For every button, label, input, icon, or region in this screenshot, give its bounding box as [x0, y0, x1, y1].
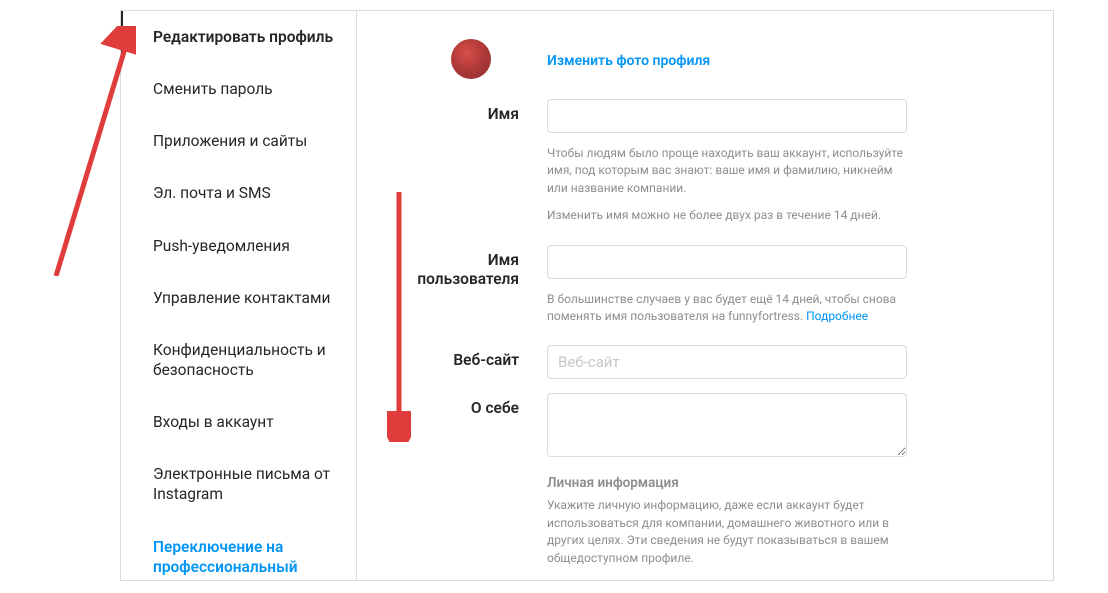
sidebar-item-push-notifications[interactable]: Push-уведомления: [121, 220, 356, 272]
sidebar-item-emails-from-instagram[interactable]: Электронные письма от Instagram: [121, 448, 356, 520]
name-hint-2: Изменить имя можно не более двух раз в т…: [547, 207, 907, 224]
personal-info-heading: Личная информация: [547, 475, 907, 491]
bio-label: О себе: [417, 393, 547, 461]
sidebar-item-privacy-security[interactable]: Конфиденциальность и безопасность: [121, 324, 356, 396]
sidebar-item-switch-professional[interactable]: Переключение на профессиональный: [121, 521, 356, 593]
sidebar-item-manage-contacts[interactable]: Управление контактами: [121, 272, 356, 324]
sidebar-item-login-activity[interactable]: Входы в аккаунт: [121, 396, 356, 448]
avatar[interactable]: [451, 39, 491, 79]
username-learn-more-link[interactable]: Подробнее: [806, 309, 868, 323]
edit-profile-form: Изменить фото профиля Имя Чтобы людям бы…: [357, 11, 1053, 580]
name-hint-1: Чтобы людям было проще находить ваш акка…: [547, 145, 907, 197]
sidebar-item-apps-websites[interactable]: Приложения и сайты: [121, 115, 356, 167]
name-label: Имя: [417, 99, 547, 225]
personal-info-hint: Укажите личную информацию, даже если акк…: [547, 497, 907, 567]
sidebar-item-change-password[interactable]: Сменить пароль: [121, 63, 356, 115]
username-label: Имя пользователя: [417, 245, 547, 326]
sidebar-item-email-sms[interactable]: Эл. почта и SMS: [121, 167, 356, 219]
settings-sidebar: Редактировать профиль Сменить пароль При…: [121, 11, 357, 580]
sidebar-item-edit-profile[interactable]: Редактировать профиль: [121, 11, 356, 63]
change-photo-link[interactable]: Изменить фото профиля: [547, 53, 710, 69]
username-hint: В большинстве случаев у вас будет ещё 14…: [547, 291, 907, 326]
username-input[interactable]: [547, 245, 907, 279]
website-label: Веб-сайт: [417, 345, 547, 379]
website-input[interactable]: [547, 345, 907, 379]
name-input[interactable]: [547, 99, 907, 133]
settings-container: Редактировать профиль Сменить пароль При…: [120, 10, 1054, 581]
bio-textarea[interactable]: [547, 393, 907, 457]
